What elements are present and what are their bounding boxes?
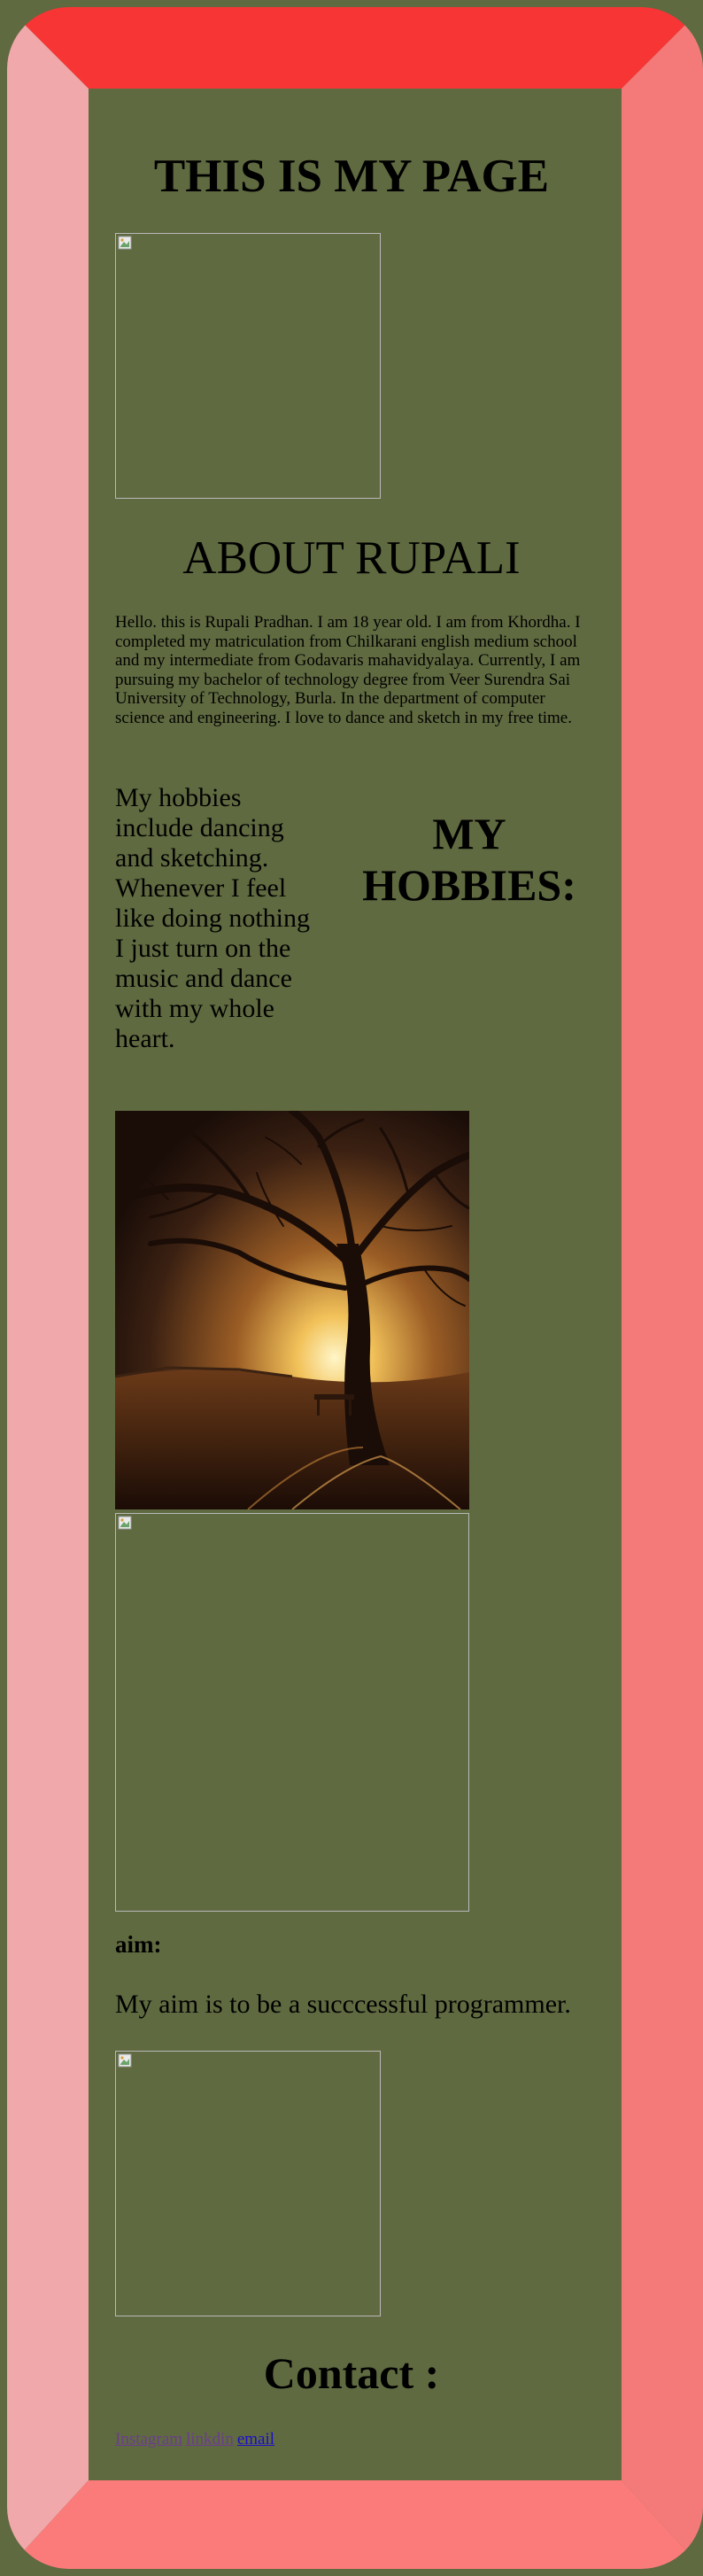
about-title: ABOUT RUPALI (182, 532, 521, 584)
contact-links: Instagram linkdin email (115, 2430, 278, 2449)
aim-label: aim: (115, 1931, 162, 1958)
page-title: THIS IS MY PAGE (153, 151, 550, 202)
hobbies-title: MY HOBBIES: (362, 809, 576, 910)
tree-sunset-picture (115, 1111, 469, 1509)
border-bottom (7, 2480, 703, 2569)
tree-sunset-image (115, 1111, 469, 1509)
email-link[interactable]: email (237, 2430, 274, 2448)
border-top (7, 7, 703, 89)
broken-image-icon (118, 1516, 132, 1530)
aim-image (115, 2051, 381, 2316)
border-right (622, 7, 703, 2569)
instagram-link[interactable]: Instagram (115, 2430, 182, 2448)
main-content: THIS IS MY PAGE ABOUT RUPALI Hello. this… (89, 89, 614, 2473)
contact-title: Contact : (263, 2348, 440, 2398)
linkdin-link[interactable]: linkdin (186, 2430, 234, 2448)
aim-text: My aim is to be a succcessful programmer… (115, 1990, 571, 2019)
profile-image (115, 233, 381, 499)
broken-image-icon (118, 2053, 132, 2068)
hobbies-image (115, 1513, 469, 1912)
about-text: Hello. this is Rupali Pradhan. I am 18 y… (115, 613, 581, 727)
border-left (7, 7, 89, 2569)
broken-image-icon (118, 236, 132, 250)
hobbies-text: My hobbies include dancing and sketching… (115, 783, 310, 1053)
